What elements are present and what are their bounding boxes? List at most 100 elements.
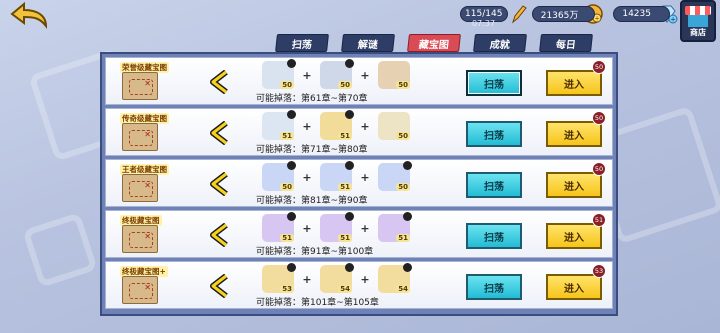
enter-button[interactable]: 进入 [546,121,602,147]
item-count: 50 [280,183,294,191]
reward-items: 50 + 51 + 50 [262,161,412,191]
enter-button[interactable]: 进入 [546,172,602,198]
skull-icon [345,263,354,272]
list-item: 王者级藏宝图 50 + 51 + 50 可能掉落：第81章~第90章 扫荡 进入… [105,159,613,207]
skull-icon [345,110,354,119]
enter-button[interactable]: 进入 [546,70,602,96]
level-badge: 50 [592,111,606,125]
plus-icon: + [302,119,312,133]
sweep-button[interactable]: 扫荡 [466,223,522,249]
skull-icon [403,263,412,272]
tab-puzzle[interactable]: 解谜 [341,34,395,52]
item-count: 51 [338,234,352,242]
purple-scroll-icon[interactable]: 51 [320,212,354,242]
item-count: 50 [280,81,294,89]
level-badge: 50 [592,60,606,74]
wrench-icon[interactable]: 51 [262,110,296,140]
plus-icon: + [302,221,312,235]
bomb-stick-icon[interactable]: 50 [262,59,296,89]
item-count: 50 [396,81,410,89]
skull-icon [287,110,296,119]
gold-value: 21365万 [540,10,579,21]
skull-icon [345,59,354,68]
plus-icon: + [302,170,312,184]
energy-timer: 07:37 [472,19,496,28]
purple-scroll-icon[interactable]: 51 [378,212,412,242]
sweep-button[interactable]: 扫荡 [466,121,522,147]
drop-range: 可能掉落：第61章~第70章 [256,94,368,104]
treasure-map-list: 荣誉级藏宝图 50 + 50 + 50 可能掉落：第61章~第70章 扫荡 进入… [100,52,618,316]
gold-scroll-icon[interactable]: 54 [378,263,412,293]
gold-key-icon[interactable]: 51 [320,110,354,140]
item-count: 50 [338,81,352,89]
treasure-map-icon [122,225,158,253]
purple-scroll-icon[interactable]: 51 [262,212,296,242]
drop-range: 可能掉落：第81章~第90章 [256,196,368,206]
level-badge: 50 [592,162,606,176]
plus-icon: + [302,68,312,82]
shop-icon [688,15,708,27]
item-count: 51 [338,183,352,191]
list-item: 终极藏宝图 51 + 51 + 51 可能掉落：第91章~第100章 扫荡 进入… [105,210,613,258]
scroll-icon[interactable]: 50 [378,112,410,140]
gold-scroll-icon[interactable]: 53 [262,263,296,293]
gem-value: 14235 [622,9,651,19]
shop-button[interactable]: 商店 [680,0,716,42]
chevron-left-icon[interactable] [210,121,230,145]
item-count: 54 [396,285,410,293]
tab-treasure-map[interactable]: 藏宝图 [407,34,461,52]
list-item: 荣誉级藏宝图 50 + 50 + 50 可能掉落：第61章~第70章 扫荡 进入… [105,57,613,105]
tab-bar: 扫荡 解谜 藏宝图 成就 每日 [275,34,593,52]
skull-icon [345,161,354,170]
chevron-left-icon[interactable] [210,274,230,298]
svg-text:+: + [670,16,676,24]
chevron-left-icon[interactable] [210,172,230,196]
item-count: 50 [396,132,410,140]
level-badge: 51 [592,213,606,227]
skull-icon [403,161,412,170]
item-count: 51 [396,234,410,242]
enter-button[interactable]: 进入 [546,223,602,249]
tab-daily[interactable]: 每日 [539,34,593,52]
reward-items: 51 + 51 + 50 [262,110,410,140]
tab-achievement[interactable]: 成就 [473,34,527,52]
skull-icon [287,161,296,170]
skull-icon [287,212,296,221]
shop-label: 商店 [690,28,706,37]
skull-icon [403,212,412,221]
skull-icon [287,263,296,272]
bottle-icon[interactable]: 50 [320,59,354,89]
sweep-button[interactable]: 扫荡 [466,172,522,198]
chevron-left-icon[interactable] [210,223,230,247]
sweep-button[interactable]: 扫荡 [466,274,522,300]
treasure-map-icon [122,123,158,151]
treasure-map-icon [122,276,158,304]
list-item: 传奇级藏宝图 51 + 51 + 50 可能掉落：第71章~第80章 扫荡 进入… [105,108,613,156]
sweep-button[interactable]: 扫荡 [466,70,522,96]
tab-sweep[interactable]: 扫荡 [275,34,329,52]
item-count: 54 [338,285,352,293]
plus-icon: + [360,68,370,82]
plus-icon: + [360,170,370,184]
plus-icon: + [360,272,370,286]
svg-text:+: + [594,15,600,23]
item-count: 51 [280,234,294,242]
item-count: 51 [280,132,294,140]
blue-scroll-icon[interactable]: 50 [262,161,296,191]
plus-icon: + [360,221,370,235]
barrel-icon[interactable]: 50 [378,61,410,89]
gold-scroll-icon[interactable]: 54 [320,263,354,293]
skull-icon [345,212,354,221]
shop-awning-icon [685,6,711,15]
reward-items: 51 + 51 + 51 [262,212,412,242]
item-count: 50 [396,183,410,191]
pencil-icon [511,5,527,24]
gem-counter: 14235 [613,6,670,22]
plus-icon: + [360,119,370,133]
back-arrow-icon[interactable] [8,2,50,30]
drop-range: 可能掉落：第91章~第100章 [256,247,374,257]
blue-scroll-icon[interactable]: 51 [320,161,354,191]
blue-scroll-icon[interactable]: 50 [378,161,412,191]
chevron-left-icon[interactable] [210,70,230,94]
enter-button[interactable]: 进入 [546,274,602,300]
